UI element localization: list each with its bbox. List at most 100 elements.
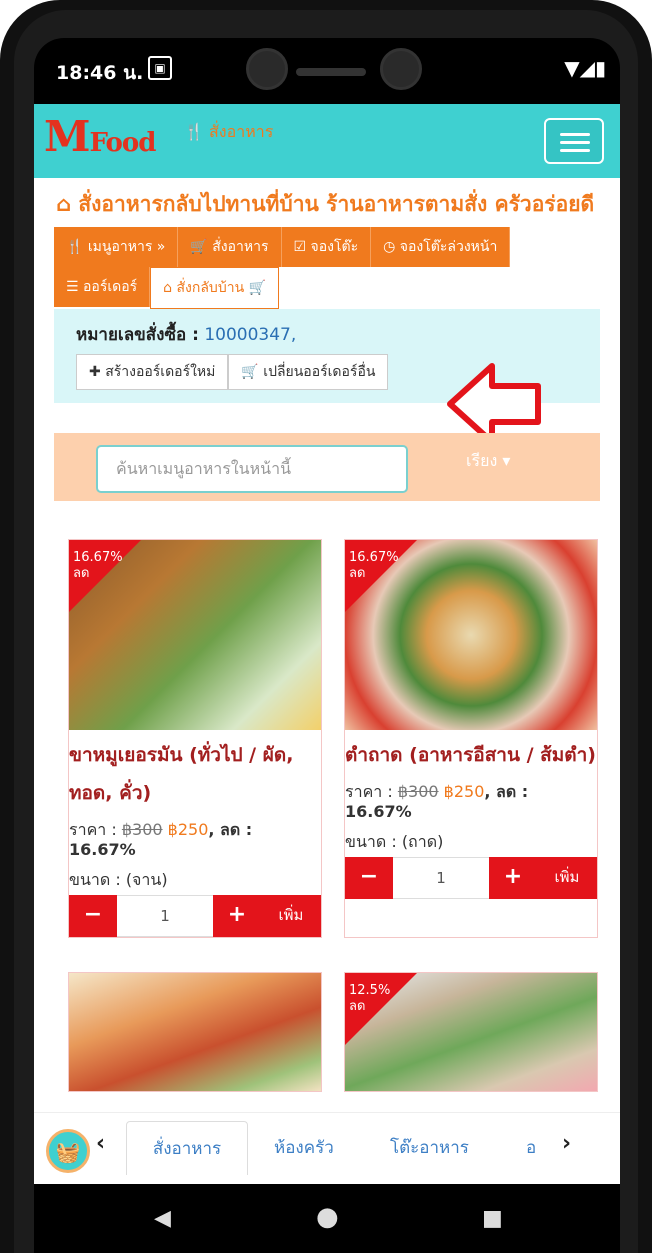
utensils-icon: 🍴: [184, 122, 204, 141]
utensils-icon: 🍴: [66, 239, 88, 255]
order-number-value: 10000347,: [204, 325, 297, 345]
speaker-grille: [296, 68, 366, 76]
search-input[interactable]: ค้นหาเมนูอาหารในหน้านี้: [96, 445, 408, 493]
order-number-line: หมายเลขสั่งซื้อ : 10000347,: [76, 321, 582, 348]
discount-value: 16.67%: [69, 840, 136, 859]
new-order-button[interactable]: ✚ สร้างออร์เดอร์ใหม่: [76, 354, 229, 390]
sensor-icon: [380, 48, 422, 90]
bottom-tab-more[interactable]: อ: [526, 1121, 536, 1175]
cart-icon: 🛒: [241, 364, 264, 380]
old-price: ฿300: [397, 782, 439, 801]
mfood-logo[interactable]: MFood: [44, 112, 157, 161]
search-bar-area: ค้นหาเมนูอาหารในหน้านี้ เรียง ▾: [54, 433, 600, 501]
sort-dropdown[interactable]: เรียง ▾: [466, 449, 510, 474]
new-price: ฿250: [443, 782, 485, 801]
check-square-icon: ☑: [293, 239, 311, 255]
logo-food: Food: [89, 128, 157, 158]
increase-button[interactable]: +: [213, 895, 261, 937]
discount-percent: 16.67%: [73, 550, 123, 565]
decrease-button[interactable]: −: [345, 857, 393, 899]
add-to-cart-button[interactable]: เพิ่ม: [537, 857, 597, 899]
hamburger-menu-button[interactable]: [544, 118, 604, 164]
back-icon[interactable]: ◀: [154, 1206, 171, 1231]
bottom-tab-kitchen[interactable]: ห้องครัว: [274, 1121, 334, 1175]
page-title-text: สั่งอาหารกลับไปทานที่บ้าน ร้านอาหารตามสั…: [78, 192, 595, 216]
gallery-notification-icon: ▣: [148, 56, 172, 80]
product-size: ขนาด : (จาน): [69, 870, 168, 889]
discount-label: , ลด :: [208, 820, 253, 839]
product-card[interactable]: 12.5% ลด: [344, 972, 598, 1092]
status-bar: 18:46 น. ▣ ▼◢▮: [34, 38, 620, 104]
discount-ribbon-text: 12.5% ลด: [349, 983, 390, 1015]
plus-icon: ✚: [89, 364, 106, 380]
tab-takeaway-label: สั่งกลับบ้าน: [176, 280, 245, 296]
product-image[interactable]: 16.67% ลด: [69, 540, 321, 730]
increase-button[interactable]: +: [489, 857, 537, 899]
basket-icon[interactable]: 🧺: [46, 1129, 90, 1173]
product-price: ราคา : ฿300 ฿250, ลด : 16.67%: [345, 782, 597, 822]
logo-m: M: [44, 112, 90, 161]
front-camera-icon: [246, 48, 288, 90]
page-title: ⌂ สั่งอาหารกลับไปทานที่บ้าน ร้านอาหารตาม…: [34, 178, 620, 221]
quantity-input[interactable]: 1: [117, 895, 213, 937]
tab-reserve-advance[interactable]: ◷ จองโต๊ะล่วงหน้า: [371, 227, 511, 267]
signal-battery-icon: ▼◢▮: [564, 56, 606, 80]
price-label: ราคา :: [69, 820, 117, 839]
hamburger-line: [560, 141, 590, 144]
discount-percent: 16.67%: [349, 550, 399, 565]
discount-percent: 12.5%: [349, 983, 391, 998]
top-navbar: MFood 🍴 สั่งอาหาร: [34, 104, 620, 178]
tab-reserve-table[interactable]: ☑ จองโต๊ะ: [281, 227, 372, 267]
new-price: ฿250: [167, 820, 209, 839]
list-icon: ☰: [66, 279, 84, 295]
product-price: ราคา : ฿300 ฿250, ลด : 16.67%: [69, 820, 321, 860]
chevron-left-icon[interactable]: ‹: [96, 1131, 105, 1156]
tab-menu[interactable]: 🍴 เมนูอาหาร »: [54, 227, 179, 267]
home-icon: ⌂: [163, 280, 177, 296]
app-screen: MFood 🍴 สั่งอาหาร ⌂ สั่งอาหารกลับไปทานที…: [34, 104, 620, 1184]
tab-orders-label: ออร์เดอร์: [83, 279, 138, 295]
product-grid-row-2: 12.5% ลด: [68, 972, 620, 1092]
product-grid: 16.67% ลด ขาหมูเยอรมัน (ทั่วไป / ผัด, ทอด…: [68, 539, 620, 938]
bottom-tab-bar: 🧺 ‹ สั่งอาหาร ห้องครัว โต๊ะอาหาร อ ›: [34, 1112, 620, 1184]
tab-orders[interactable]: ☰ ออร์เดอร์: [54, 267, 151, 307]
product-image[interactable]: 16.67% ลด: [345, 540, 597, 730]
decrease-button[interactable]: −: [69, 895, 117, 937]
discount-value: 16.67%: [345, 802, 412, 821]
bottom-tab-order[interactable]: สั่งอาหาร: [126, 1121, 248, 1175]
quantity-input[interactable]: 1: [393, 857, 489, 899]
phone-frame: 18:46 น. ▣ ▼◢▮ MFood 🍴 สั่งอาหาร ⌂ สั่งอ…: [0, 0, 652, 1253]
switch-order-label: เปลี่ยนออร์เดอร์อื่น: [263, 364, 376, 380]
product-card: 16.67% ลด ตำถาด (อาหารอีสาน / ส้มตำ) ราคา…: [344, 539, 598, 938]
new-order-label: สร้างออร์เดอร์ใหม่: [105, 364, 216, 380]
product-card[interactable]: [68, 972, 322, 1092]
home-button-icon[interactable]: ●: [316, 1202, 339, 1232]
discount-ribbon-text: 16.67% ลด: [73, 550, 123, 582]
tab-menu-label: เมนูอาหาร »: [87, 239, 166, 255]
product-name[interactable]: ขาหมูเยอรมัน (ทั่วไป / ผัด, ทอด, คั่ว): [69, 730, 321, 812]
discount-label: , ลด :: [484, 782, 529, 801]
tab-order-food[interactable]: 🛒 สั่งอาหาร: [178, 227, 282, 267]
clock-icon: ◷: [383, 239, 400, 255]
recents-icon[interactable]: ■: [482, 1206, 503, 1231]
discount-word: ลด: [349, 999, 366, 1014]
bottom-tab-tables[interactable]: โต๊ะอาหาร: [390, 1121, 469, 1175]
switch-order-button[interactable]: 🛒 เปลี่ยนออร์เดอร์อื่น: [228, 354, 389, 390]
product-name[interactable]: ตำถาด (อาหารอีสาน / ส้มตำ): [345, 730, 597, 774]
quantity-stepper: − 1 + เพิ่ม: [345, 857, 597, 899]
chevron-right-icon[interactable]: ›: [562, 1131, 571, 1156]
nav-order-link[interactable]: 🍴 สั่งอาหาร: [184, 120, 273, 145]
hamburger-line: [560, 133, 590, 136]
quantity-stepper: − 1 + เพิ่ม: [69, 895, 321, 937]
home-icon: ⌂: [56, 192, 72, 216]
status-time: 18:46 น.: [56, 62, 144, 84]
tab-reserve-label: จองโต๊ะ: [310, 239, 359, 255]
nav-order-label: สั่งอาหาร: [209, 122, 274, 141]
tab-order-food-label: สั่งอาหาร: [212, 239, 269, 255]
product-size: ขนาด : (ถาด): [345, 832, 444, 851]
tab-bar: 🍴 เมนูอาหาร » 🛒 สั่งอาหาร ☑ จองโต๊ะ ◷ จอ…: [54, 227, 600, 309]
add-to-cart-button[interactable]: เพิ่ม: [261, 895, 321, 937]
tab-takeaway[interactable]: ⌂ สั่งกลับบ้าน 🛒: [150, 267, 280, 309]
cart-icon: 🛒: [190, 239, 213, 255]
discount-word: ลด: [73, 566, 90, 581]
